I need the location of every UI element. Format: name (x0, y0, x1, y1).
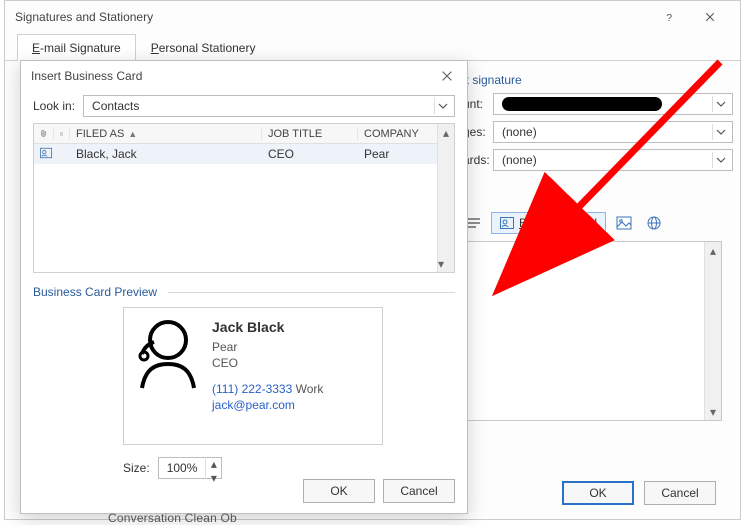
cancel-button[interactable]: Cancel (644, 481, 716, 505)
child-actions: OK Cancel (303, 479, 455, 503)
tab-personal-accel: P (151, 41, 159, 56)
business-card-accel: B (519, 216, 527, 230)
scroll-up-icon[interactable]: ▴ (438, 124, 454, 141)
business-card-rest: usiness Card (527, 216, 597, 230)
paperclip-icon (40, 128, 47, 139)
new-messages-select[interactable]: (none) (493, 121, 733, 143)
col-filed-as-label: FILED AS (76, 128, 124, 140)
card-icon (60, 129, 63, 139)
lookin-value: Contacts (92, 99, 139, 113)
default-signature-heading: lt signature (463, 73, 722, 87)
size-label: Size: (123, 461, 150, 475)
insert-business-card-dialog: Insert Business Card Look in: Contacts (20, 60, 468, 514)
window-title: Signatures and Stationery (15, 10, 153, 24)
grid-header: FILED AS ▲ JOB TITLE COMPANY (34, 124, 454, 144)
spin-down-icon[interactable]: ▾ (206, 471, 221, 485)
card-title: CEO (212, 355, 323, 371)
contacts-grid: FILED AS ▲ JOB TITLE COMPANY Black, Jack… (33, 123, 455, 273)
account-select[interactable] (493, 93, 733, 115)
hyperlink-button[interactable] (642, 211, 666, 235)
main-actions: OK Cancel (562, 481, 716, 505)
table-row[interactable]: Black, Jack CEO Pear (34, 144, 454, 164)
svg-text:?: ? (666, 12, 672, 23)
tab-email-rest: -mail Signature (40, 41, 121, 56)
child-close-button[interactable] (437, 66, 457, 86)
business-card-icon (500, 217, 514, 229)
chevron-down-icon (712, 96, 728, 112)
ok-button[interactable]: OK (562, 481, 634, 505)
help-button[interactable]: ? (650, 3, 690, 31)
lookin-select[interactable]: Contacts (83, 95, 455, 117)
background-cut-text: Conversation Clean Ob (108, 511, 237, 525)
chevron-down-icon (712, 124, 728, 140)
size-value: 100% (159, 461, 206, 475)
card-email: jack@pear.com (212, 398, 295, 412)
lookin-label: Look in: (33, 99, 75, 113)
card-company: Pear (212, 339, 323, 355)
cell-job-title: CEO (262, 147, 358, 161)
scroll-down-icon[interactable]: ▾ (438, 255, 444, 272)
child-titlebar: Insert Business Card (21, 61, 467, 91)
grid-scrollbar[interactable]: ▴ ▾ (437, 124, 454, 272)
row-icon (34, 147, 54, 162)
child-cancel-button[interactable]: Cancel (383, 479, 455, 503)
tab-email-signature[interactable]: E-mail Signature (17, 34, 136, 61)
size-stepper[interactable]: 100% ▴ ▾ (158, 457, 223, 479)
titlebar: Signatures and Stationery ? (5, 1, 740, 33)
close-button[interactable] (690, 3, 730, 31)
contact-icon (40, 147, 52, 159)
signature-editor[interactable]: ▴ ▾ (463, 241, 722, 421)
replies-forwards-value: (none) (502, 153, 537, 167)
picture-button[interactable] (612, 212, 636, 234)
scrollbar[interactable]: ▴ ▾ (704, 242, 721, 420)
card-name: Jack Black (212, 318, 323, 337)
child-window-title: Insert Business Card (31, 69, 142, 83)
business-card-preview: Jack Black Pear CEO (111) 222-3333 Work … (123, 307, 383, 445)
preview-heading: Business Card Preview (33, 285, 455, 299)
avatar-icon (136, 318, 200, 392)
col-filed-as[interactable]: FILED AS ▲ (70, 128, 262, 140)
tab-personal-rest: ersonal Stationery (159, 41, 256, 56)
editor-toolbar: Business Card (463, 211, 722, 235)
replies-forwards-select[interactable]: (none) (493, 149, 733, 171)
chevron-down-icon (434, 98, 450, 114)
sort-asc-icon: ▲ (128, 129, 137, 139)
globe-icon (646, 215, 662, 231)
card-phone-type: Work (296, 382, 324, 396)
new-messages-value: (none) (502, 125, 537, 139)
tab-email-accel: E (32, 41, 40, 56)
col-icon[interactable] (34, 128, 54, 139)
account-value-redacted (502, 97, 662, 111)
tabs: E-mail Signature Personal Stationery (5, 33, 740, 61)
card-phone: (111) 222-3333 (212, 382, 292, 396)
cell-filed-as: Black, Jack (70, 147, 262, 161)
scroll-down-icon[interactable]: ▾ (705, 403, 721, 420)
col-card[interactable] (54, 129, 70, 139)
child-ok-button[interactable]: OK (303, 479, 375, 503)
scroll-up-icon[interactable]: ▴ (705, 242, 721, 259)
tab-personal-stationery[interactable]: Personal Stationery (136, 34, 271, 61)
picture-icon (616, 216, 632, 230)
chevron-down-icon (712, 152, 728, 168)
col-job-title[interactable]: JOB TITLE (262, 128, 358, 140)
business-card-button[interactable]: Business Card (491, 212, 606, 234)
spin-up-icon[interactable]: ▴ (206, 457, 221, 471)
